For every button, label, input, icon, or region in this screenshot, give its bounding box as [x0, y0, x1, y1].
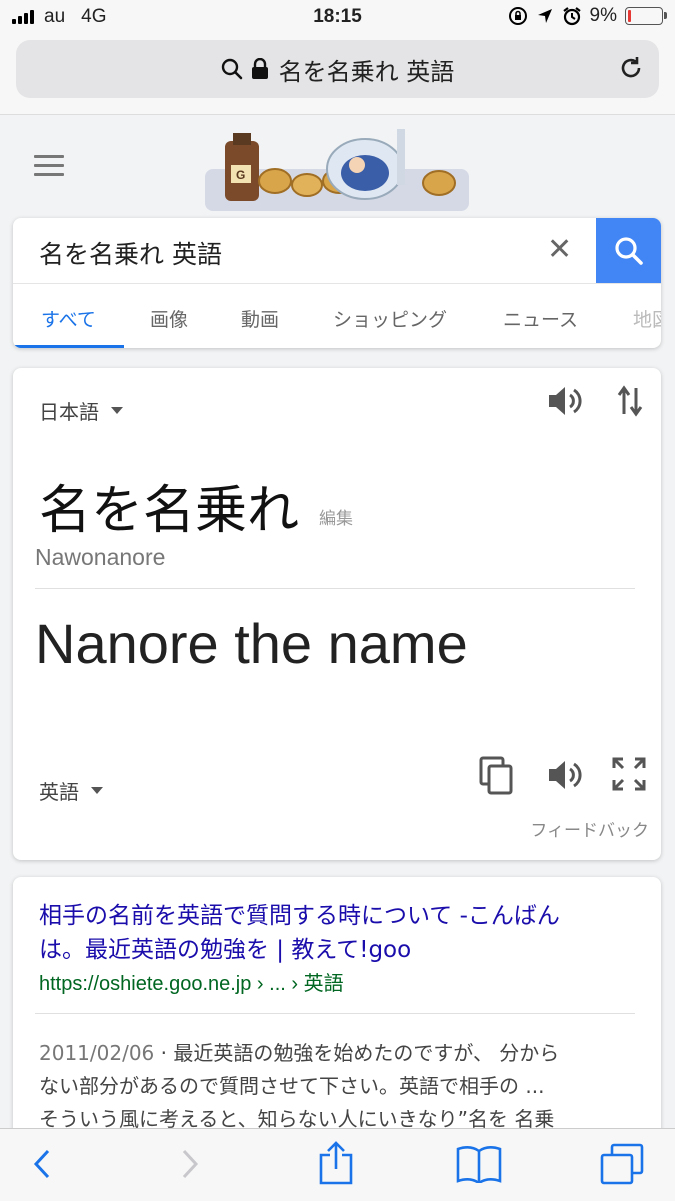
- speaker-icon[interactable]: [547, 384, 583, 418]
- location-icon: [537, 9, 552, 23]
- browser-address-area: 名を名乗れ 英語: [0, 34, 675, 115]
- result-divider: [35, 1013, 635, 1014]
- search-icon: [221, 58, 242, 80]
- address-text: 名を名乗れ 英語: [278, 57, 455, 86]
- result-url[interactable]: https://oshiete.goo.ne.jp › ... › 英語: [39, 967, 344, 996]
- romanization-text: Nawonanore: [35, 544, 166, 570]
- battery-percent: 9%: [589, 5, 617, 26]
- feedback-link[interactable]: フィードバック: [530, 816, 649, 841]
- result-snippet-line1: · 最近英語の勉強を始めたのですが、 分から: [154, 1041, 560, 1065]
- rotation-lock-icon: [508, 7, 527, 25]
- search-input[interactable]: 名を名乗れ 英語: [39, 235, 222, 271]
- result-title-line1: 相手の名前を英語で質問する時について -こんばん: [39, 903, 560, 929]
- search-icon: [614, 236, 643, 265]
- menu-icon[interactable]: [34, 155, 64, 182]
- edit-link[interactable]: 編集: [319, 504, 353, 529]
- search-card: 名を名乗れ 英語 ✕ すべて 画像 動画 ショッピング ニュース 地図: [13, 218, 661, 348]
- search-result-card: 相手の名前を英語で質問する時について -こんばん は。最近英語の勉強を | 教え…: [13, 877, 661, 1157]
- search-box: 名を名乗れ 英語 ✕: [13, 218, 661, 284]
- dropdown-caret-icon: [111, 407, 123, 414]
- search-button[interactable]: [596, 218, 661, 283]
- clear-icon[interactable]: ✕: [547, 235, 572, 265]
- google-doodle-logo[interactable]: G: [205, 129, 469, 211]
- back-icon[interactable]: [30, 1143, 54, 1185]
- translate-divider: [35, 588, 635, 589]
- battery-icon: [625, 7, 667, 25]
- result-snippet-line2: ない部分があるので質問させて下さい。英語で相手の ...: [39, 1074, 545, 1098]
- status-right: 9%: [508, 5, 667, 27]
- target-language-label: 英語: [39, 780, 79, 804]
- tab-news[interactable]: ニュース: [503, 305, 578, 332]
- fullscreen-icon[interactable]: [611, 756, 647, 792]
- browser-toolbar: [0, 1128, 675, 1201]
- lock-icon: [251, 58, 268, 79]
- result-title-line2: は。最近英語の勉強を | 教えて!goo: [39, 937, 412, 963]
- google-results-page: G 名を名乗れ 英語 ✕ すべて 画像 動画 ショッピング ニュース 地 日本語…: [0, 115, 675, 1157]
- bookmarks-icon[interactable]: [456, 1145, 502, 1183]
- result-title-link[interactable]: 相手の名前を英語で質問する時について -こんばん は。最近英語の勉強を | 教え…: [39, 899, 639, 967]
- tab-images[interactable]: 画像: [150, 305, 188, 332]
- dropdown-caret-icon: [91, 787, 103, 794]
- share-icon[interactable]: [318, 1141, 354, 1185]
- alarm-icon: [562, 7, 581, 26]
- status-bar: au 4G 18:15 9%: [0, 0, 675, 34]
- result-snippet: 2011/02/06 · 最近英語の勉強を始めたのですが、 分から ない部分があ…: [39, 1037, 639, 1136]
- result-url-path: › ... › 英語: [251, 973, 344, 995]
- source-text: 名を名乗れ: [39, 481, 300, 541]
- source-language-select[interactable]: 日本語: [39, 396, 123, 425]
- target-language-select[interactable]: 英語: [39, 776, 103, 805]
- svg-text:G: G: [236, 168, 245, 182]
- tab-shopping[interactable]: ショッピング: [333, 305, 447, 332]
- active-tab-indicator: [13, 345, 124, 348]
- translated-text: Nanore the name: [35, 612, 468, 675]
- result-url-host: https://oshiete.goo.ne.jp: [39, 973, 252, 995]
- source-language-label: 日本語: [39, 400, 99, 424]
- copy-icon[interactable]: [479, 756, 515, 796]
- translate-card: 日本語 名を名乗れ 編集 Nawonanore Nanore the name …: [13, 368, 661, 860]
- address-bar[interactable]: 名を名乗れ 英語: [16, 40, 659, 98]
- forward-icon[interactable]: [178, 1143, 202, 1185]
- tab-videos[interactable]: 動画: [241, 305, 279, 332]
- tab-all[interactable]: すべて: [41, 305, 96, 332]
- reload-icon[interactable]: [617, 54, 645, 82]
- search-tabs: すべて 画像 動画 ショッピング ニュース 地図: [13, 283, 661, 348]
- speaker-icon[interactable]: [547, 758, 583, 792]
- tabs-icon[interactable]: [600, 1143, 644, 1185]
- tab-maps[interactable]: 地図: [633, 305, 661, 332]
- result-date: 2011/02/06: [39, 1041, 155, 1065]
- swap-languages-icon[interactable]: [617, 384, 643, 418]
